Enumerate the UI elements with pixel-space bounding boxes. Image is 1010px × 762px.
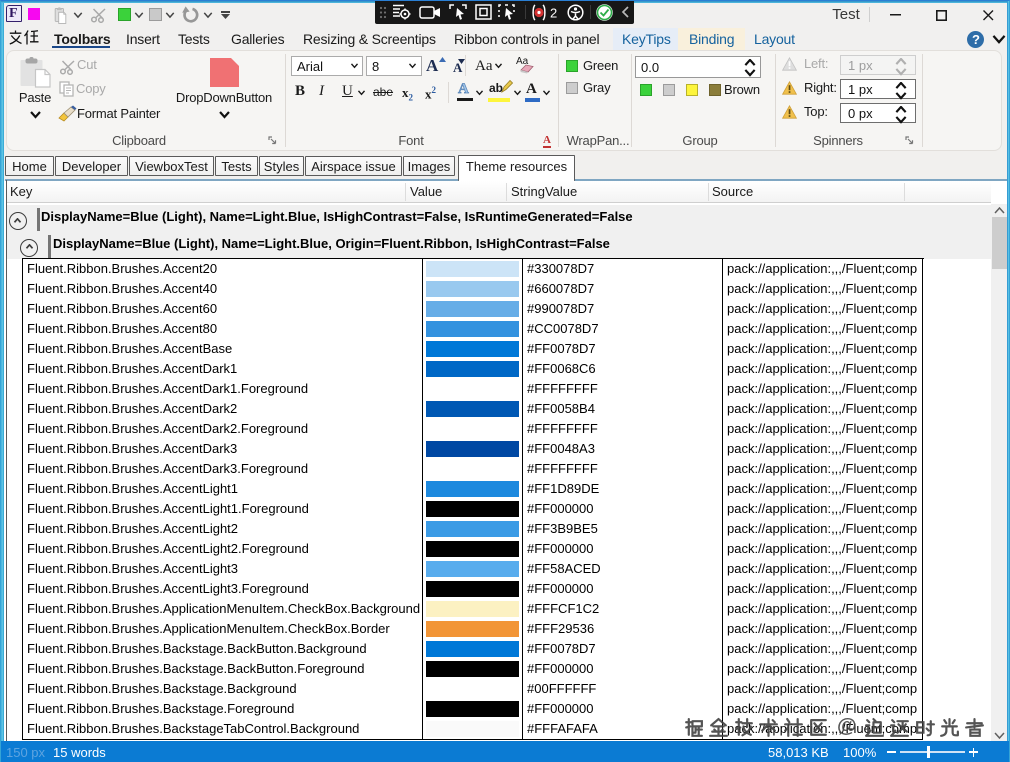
svg-text:2: 2 [550,6,557,21]
